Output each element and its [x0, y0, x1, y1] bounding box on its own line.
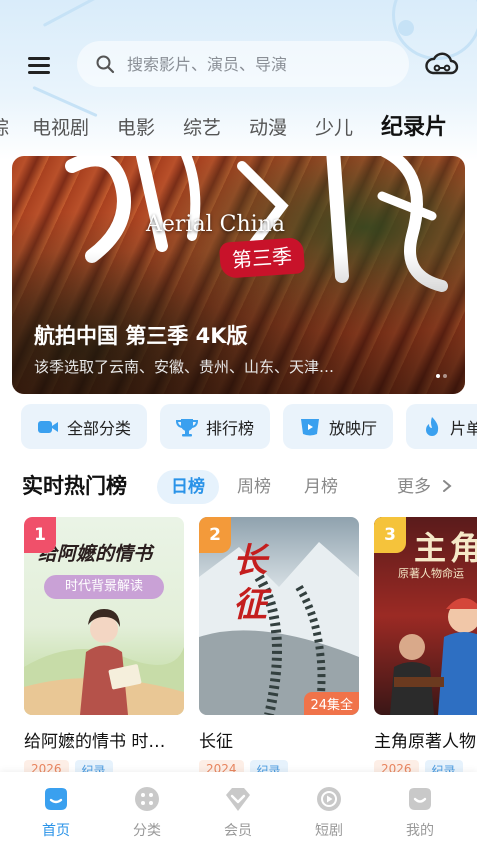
tab-variety[interactable]: 综艺	[183, 108, 221, 148]
home-icon	[45, 788, 67, 810]
cloud-icon	[425, 52, 459, 75]
playlist-button[interactable]: 片单	[406, 404, 477, 449]
menu-icon-bar	[28, 64, 50, 67]
search-input[interactable]	[127, 54, 377, 74]
ranking-card-3[interactable]: 主角 原著人物命运 3 主角原著人物 2026 纪录	[374, 517, 477, 781]
ranking-card-2[interactable]: 长征 2 24集全 长征 2024 纪录	[199, 517, 359, 781]
playlist-label: 片单	[450, 418, 477, 438]
tab-documentary[interactable]: 纪录片	[381, 108, 447, 148]
category-tabs: 综 电视剧 电影 综艺 动漫 少儿 纪录片	[0, 108, 477, 148]
decorative-line	[42, 0, 98, 27]
decorative-circle	[398, 20, 414, 36]
flame-icon	[426, 416, 439, 436]
more-link[interactable]: 更多	[397, 470, 454, 504]
period-monthly[interactable]: 月榜	[293, 470, 349, 504]
cinema-screen-icon	[301, 418, 319, 435]
poster-image: 主角 原著人物命运 3	[374, 517, 477, 715]
nav-profile-label: 我的	[406, 823, 434, 839]
featured-banner[interactable]: Aerial China 第三季 航拍中国 第三季 4K版 该季选取了云南、安徽…	[12, 156, 465, 394]
more-label: 更多	[397, 477, 431, 497]
cinema-hall-button[interactable]: 放映厅	[283, 404, 393, 449]
rank-badge: 2	[199, 517, 231, 553]
carousel-indicator	[436, 374, 447, 378]
top-header	[0, 38, 477, 92]
episodes-badge: 24集全	[304, 692, 359, 715]
season-seal: 第三季	[218, 237, 306, 279]
rank-badge: 1	[24, 517, 56, 553]
card-title: 给阿嬷的情书 时…	[24, 732, 166, 752]
play-circle-icon	[317, 787, 341, 811]
ranking-title: 实时热门榜	[22, 474, 127, 498]
vip-diamond-icon	[226, 788, 250, 811]
cloud-sync-button[interactable]	[424, 46, 460, 82]
nav-category-label: 分类	[133, 823, 161, 839]
quick-links: 全部分类 排行榜 放映厅 片单	[0, 404, 477, 450]
tab-movies[interactable]: 电影	[117, 108, 155, 148]
nav-home[interactable]: 首页	[21, 784, 91, 840]
menu-icon-bar	[28, 71, 50, 74]
bottom-navigation: 首页 分类 会员 短剧 我的	[0, 772, 477, 848]
rankings-button[interactable]: 排行榜	[160, 404, 270, 449]
period-weekly[interactable]: 周榜	[226, 470, 282, 504]
banner-english-title: Aerial China	[146, 212, 285, 237]
ranking-header: 实时热门榜 日榜 周榜 月榜 更多	[0, 466, 477, 506]
banner-title: 航拍中国 第三季 4K版	[34, 324, 248, 348]
period-daily[interactable]: 日榜	[157, 470, 219, 504]
nav-short-drama-label: 短剧	[315, 823, 343, 839]
poster-title: 长征	[233, 541, 267, 625]
search-bar[interactable]	[77, 41, 409, 87]
chevron-right-icon	[443, 480, 452, 492]
menu-icon-bar	[28, 57, 50, 60]
carousel-dot-active	[436, 374, 440, 378]
tab-anime[interactable]: 动漫	[249, 108, 287, 148]
nav-short-drama[interactable]: 短剧	[294, 784, 364, 840]
video-camera-icon	[38, 420, 58, 433]
nav-vip[interactable]: 会员	[203, 784, 273, 840]
nav-profile[interactable]: 我的	[385, 784, 455, 840]
nav-category[interactable]: 分类	[112, 784, 182, 840]
rank-badge: 3	[374, 517, 406, 553]
search-icon	[96, 55, 115, 74]
poster-image: 给阿嬷的情书 时代背景解读 1	[24, 517, 184, 715]
poster-image: 长征 2 24集全	[199, 517, 359, 715]
tab-tv-series[interactable]: 电视剧	[32, 108, 89, 148]
nav-home-label: 首页	[42, 823, 70, 839]
card-title: 主角原著人物	[374, 732, 476, 752]
carousel-dot	[443, 374, 447, 378]
rankings-label: 排行榜	[206, 418, 255, 438]
tab-variety-partial[interactable]: 综	[0, 108, 9, 148]
ranking-card-1[interactable]: 给阿嬷的情书 时代背景解读 1 给阿嬷的情书 时… 2026 纪录	[24, 517, 184, 781]
category-icon	[135, 787, 159, 811]
banner-description: 该季选取了云南、安徽、贵州、山东、天津…	[34, 358, 335, 376]
menu-button[interactable]	[22, 48, 56, 82]
cinema-hall-label: 放映厅	[329, 418, 378, 438]
tab-kids[interactable]: 少儿	[315, 108, 353, 148]
profile-icon	[409, 788, 431, 810]
card-title: 长征	[199, 732, 233, 752]
all-categories-label: 全部分类	[67, 418, 132, 438]
nav-vip-label: 会员	[224, 823, 252, 839]
trophy-icon	[176, 418, 198, 436]
all-categories-button[interactable]: 全部分类	[21, 404, 147, 449]
